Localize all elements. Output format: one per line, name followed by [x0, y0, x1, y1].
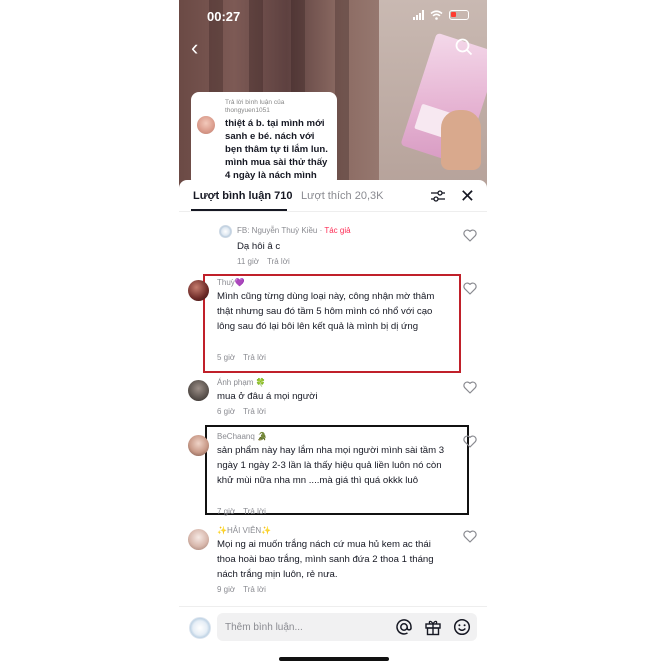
avatar[interactable] — [188, 529, 209, 550]
status-icons — [413, 10, 469, 20]
avatar[interactable] — [188, 380, 209, 401]
close-icon[interactable]: ✕ — [460, 186, 475, 207]
reply-bubble: Trả lời bình luận của thongyuen1051 thiệ… — [191, 92, 337, 187]
comment-author[interactable]: Thuỳ💜 — [217, 278, 245, 287]
tab-likes[interactable]: Lượt thích 20,3K — [301, 190, 383, 202]
wifi-icon — [430, 10, 443, 20]
comment-meta: 11 giờ Trả lời — [237, 257, 290, 266]
comment-meta: 5 giờ Trả lời — [217, 353, 266, 362]
reply-text: thiệt á b. tại mình mới sanh e bé. nách … — [225, 118, 328, 181]
comment-input-bar — [179, 606, 487, 666]
tab-bar: Lượt bình luận 710 Lượt thích 20,3K ✕ — [179, 180, 487, 212]
curtain-fold — [335, 0, 349, 200]
status-time: 00:27 — [207, 9, 241, 24]
comment-text: mua ở đâu á mọi người — [217, 391, 318, 402]
reply-button[interactable]: Trả lời — [243, 507, 266, 516]
avatar — [189, 617, 211, 639]
mention-icon[interactable] — [395, 618, 413, 636]
reply-button[interactable]: Trả lời — [243, 407, 266, 416]
back-arrow-icon[interactable]: ‹ — [191, 35, 198, 61]
reply-header: Trả lời bình luận của thongyuen1051 — [225, 99, 285, 114]
comments-sheet: Lượt bình luận 710 Lượt thích 20,3K ✕ FB… — [179, 180, 487, 666]
comment-meta: 7 giờ Trả lời — [217, 507, 266, 516]
comment-text: Dạ hôi â c — [237, 241, 281, 252]
comment-list[interactable]: FB: Nguyễn Thuỳ Kiều · Tác giả Dạ hôi â … — [179, 212, 487, 606]
phone-screen: 00:27 ‹ Trả lời bình luận của thongyuen1… — [179, 0, 487, 666]
heart-icon[interactable] — [463, 229, 477, 242]
comment-text: Mọi ng ai muốn trắng nách cứ mua hủ kem … — [217, 539, 434, 580]
comment-author[interactable]: Ánh phạm 🍀 — [217, 378, 266, 387]
avatar[interactable] — [188, 280, 209, 301]
comment-meta: 9 giờ Trả lời — [217, 585, 266, 594]
reply-button[interactable]: Trả lời — [243, 353, 266, 362]
heart-icon[interactable] — [463, 435, 477, 448]
filter-icon[interactable] — [431, 190, 445, 202]
gift-icon[interactable] — [424, 618, 442, 636]
comment-author[interactable]: FB: Nguyễn Thuỳ Kiều · Tác giả — [237, 226, 351, 235]
reply-button[interactable]: Trả lời — [243, 585, 266, 594]
tab-underline — [191, 209, 287, 211]
heart-icon[interactable] — [463, 381, 477, 394]
comment-author[interactable]: BeChaanq 🐊 — [217, 432, 267, 441]
hand — [441, 110, 481, 170]
signal-icon — [413, 10, 424, 20]
avatar[interactable] — [188, 435, 209, 456]
reply-button[interactable]: Trả lời — [267, 257, 290, 266]
comment-author[interactable]: ✨HẢI VIÊN✨ — [217, 526, 271, 535]
emoji-icon[interactable] — [453, 618, 471, 636]
comment-text: Mình cũng từng dùng loại này, công nhận … — [217, 291, 435, 332]
search-icon[interactable] — [455, 38, 473, 56]
comment-meta: 6 giờ Trả lời — [217, 407, 266, 416]
tab-comments[interactable]: Lượt bình luận 710 — [193, 190, 293, 202]
avatar — [197, 116, 215, 134]
heart-icon[interactable] — [463, 530, 477, 543]
avatar — [219, 225, 232, 238]
battery-icon — [449, 10, 469, 20]
heart-icon[interactable] — [463, 282, 477, 295]
comment-text: sản phẩm này hay lắm nha mọi người mình … — [217, 445, 445, 486]
home-indicator — [279, 657, 389, 661]
